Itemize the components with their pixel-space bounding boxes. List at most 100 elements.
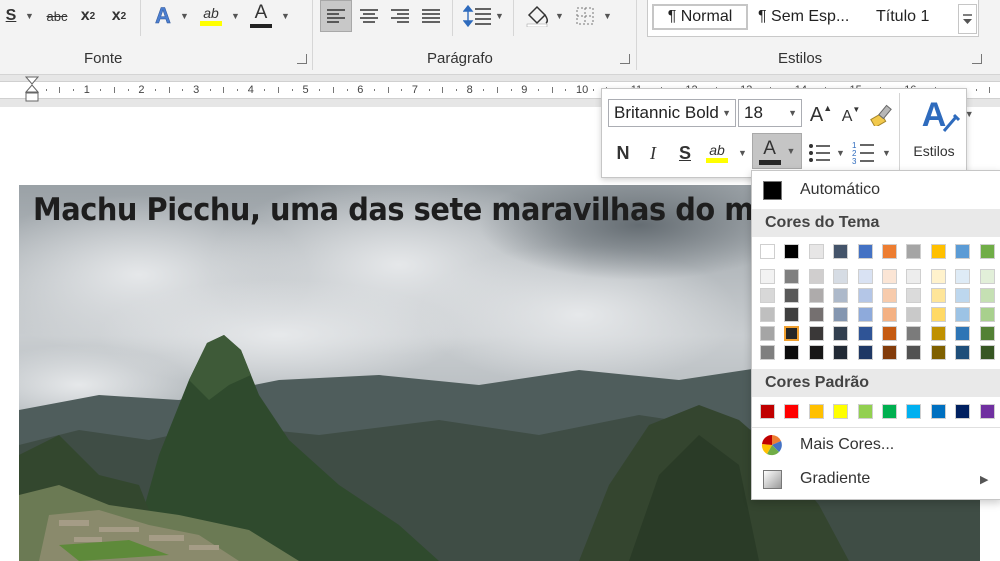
highlight-button[interactable]: ab [702,135,732,169]
justify-button[interactable] [417,2,445,30]
underline-button[interactable]: S [0,2,22,30]
theme-shade-swatch[interactable] [906,307,922,322]
theme-shade-swatch[interactable] [857,307,873,322]
theme-shade-swatch[interactable] [784,345,800,360]
theme-shade-swatch[interactable] [930,326,946,341]
theme-shade-swatch[interactable] [784,288,800,303]
theme-shade-swatch[interactable] [833,326,849,341]
theme-color-swatch[interactable] [760,244,775,259]
borders-dropdown[interactable]: ▼ [600,2,612,30]
theme-shade-swatch[interactable] [906,326,922,341]
theme-shade-swatch[interactable] [979,269,995,284]
theme-shade-swatch[interactable] [833,269,849,284]
theme-shade-swatch[interactable] [808,307,824,322]
theme-shade-swatch[interactable] [930,269,946,284]
underline-dropdown-button[interactable]: ▼ [22,2,34,30]
theme-shade-swatch[interactable] [760,269,775,284]
gradient-option[interactable]: Gradiente ▶ [752,464,1000,494]
theme-shade-swatch[interactable] [955,345,971,360]
theme-shade-swatch[interactable] [857,269,873,284]
theme-color-swatch[interactable] [955,244,971,259]
standard-color-swatch[interactable] [833,404,849,419]
more-colors-option[interactable]: Mais Cores... [752,430,1000,460]
standard-color-swatch[interactable] [906,404,922,419]
align-center-button[interactable] [355,2,383,30]
theme-color-swatch[interactable] [906,244,922,259]
standard-color-swatch[interactable] [979,404,995,419]
theme-color-swatch[interactable] [930,244,946,259]
standard-color-swatch[interactable] [882,404,897,419]
align-right-button[interactable] [386,2,414,30]
highlight-button[interactable]: ab [196,0,226,28]
theme-shade-swatch[interactable] [930,288,946,303]
theme-shade-swatch[interactable] [784,269,800,284]
font-size-box[interactable]: 18 ▼ [738,99,802,127]
theme-shade-swatch[interactable] [955,288,971,303]
theme-shade-swatch[interactable] [760,326,775,341]
theme-shade-swatch[interactable] [784,307,800,322]
subscript-button[interactable]: x2 [76,2,100,30]
theme-shade-swatch[interactable] [760,288,775,303]
automatic-color-option[interactable]: Automático [752,175,1000,205]
theme-shade-swatch[interactable] [906,288,922,303]
styles-dialog-launcher[interactable] [972,54,982,64]
theme-shade-swatch[interactable] [979,307,995,322]
styles-more-button[interactable] [958,4,977,34]
standard-color-swatch[interactable] [808,404,824,419]
theme-color-swatch[interactable] [833,244,849,259]
numbering-button[interactable]: 123 [850,139,876,167]
theme-shade-swatch[interactable] [979,288,995,303]
font-color-button[interactable]: A [246,0,276,28]
shrink-font-button[interactable]: A ▼ [838,101,864,129]
theme-color-swatch[interactable] [882,244,897,259]
theme-color-swatch[interactable] [979,244,995,259]
theme-color-swatch[interactable] [808,244,824,259]
shading-dropdown[interactable]: ▼ [552,2,564,30]
text-effects-dropdown[interactable]: ▼ [177,2,189,30]
standard-color-swatch[interactable] [930,404,946,419]
standard-color-swatch[interactable] [784,404,800,419]
theme-shade-swatch[interactable] [955,269,971,284]
theme-shade-swatch[interactable] [930,307,946,322]
theme-shade-swatch[interactable] [882,307,897,322]
theme-shade-swatch[interactable] [882,326,897,341]
theme-shade-swatch[interactable] [808,288,824,303]
theme-shade-swatch[interactable] [857,326,873,341]
shading-button[interactable] [522,2,552,30]
theme-shade-swatch[interactable] [808,326,824,341]
theme-color-swatch[interactable] [857,244,873,259]
theme-shade-swatch[interactable] [979,345,995,360]
theme-shade-swatch[interactable] [808,269,824,284]
theme-shade-swatch[interactable] [906,269,922,284]
theme-shade-swatch[interactable] [955,326,971,341]
style-normal[interactable]: ¶ Normal [652,4,748,30]
theme-shade-swatch[interactable] [857,345,873,360]
italic-button[interactable]: I [640,139,666,167]
line-spacing-dropdown[interactable]: ▼ [492,2,504,30]
superscript-button[interactable]: x2 [106,2,132,30]
theme-shade-swatch[interactable] [833,288,849,303]
theme-shade-swatch[interactable] [930,345,946,360]
format-painter-button[interactable] [868,101,896,129]
bullets-dropdown[interactable]: ▼ [832,139,846,167]
underline-button[interactable]: S [672,139,698,167]
font-dialog-launcher[interactable] [297,54,307,64]
theme-shade-swatch[interactable] [882,345,897,360]
font-color-dropdown[interactable]: ▼ [278,2,290,30]
chevron-down-icon[interactable]: ▼ [788,108,797,118]
line-spacing-button[interactable] [460,2,494,30]
theme-shade-swatch[interactable] [833,345,849,360]
theme-shade-swatch[interactable] [979,326,995,341]
style-heading-1[interactable]: Título 1 [876,4,956,30]
theme-shade-swatch[interactable] [760,307,775,322]
theme-shade-swatch[interactable] [955,307,971,322]
numbering-dropdown[interactable]: ▼ [878,139,892,167]
font-color-button[interactable]: A ▼ [752,133,802,169]
theme-shade-swatch[interactable] [760,345,775,360]
theme-shade-swatch[interactable] [808,345,824,360]
align-left-button[interactable] [320,0,352,32]
highlight-dropdown[interactable]: ▼ [228,2,240,30]
theme-shade-swatch[interactable] [833,307,849,322]
theme-color-swatch[interactable] [784,244,800,259]
bold-button[interactable]: N [610,139,636,167]
